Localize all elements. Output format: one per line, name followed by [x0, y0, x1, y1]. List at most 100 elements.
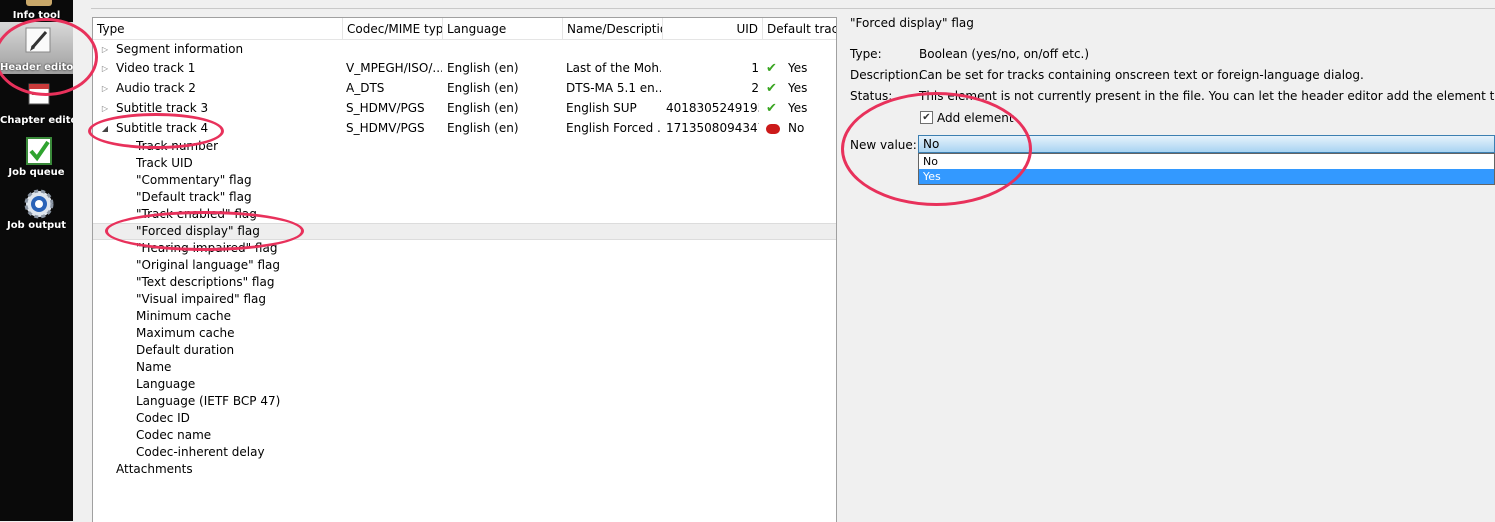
child-label: Codec ID [136, 411, 190, 425]
pencil-icon [25, 27, 51, 53]
tree-child-row[interactable]: Codec name [93, 427, 836, 444]
sidebar: Info tool Header edito Chapter edito Job… [0, 0, 73, 521]
element-tree[interactable]: Type Codec/MIME type Language Name/Descr… [92, 17, 837, 522]
tree-row-video-track-1[interactable]: ▷ Video track 1 V_MPEGH/ISO/... English … [93, 60, 836, 77]
tree-child-row[interactable]: Language (IETF BCP 47) [93, 393, 836, 410]
expand-arrow-icon[interactable]: ▷ [100, 60, 110, 77]
row-name: English SUP [566, 101, 637, 115]
tree-child-row[interactable]: "Original language" flag [93, 257, 836, 274]
row-type: Subtitle track 4 [116, 121, 209, 135]
gear-icon [24, 189, 54, 219]
option-yes[interactable]: Yes [919, 169, 1494, 184]
tree-child-row[interactable]: "Visual impaired" flag [93, 291, 836, 308]
child-label: "Text descriptions" flag [136, 275, 275, 289]
expand-arrow-icon[interactable]: ▷ [100, 80, 110, 97]
check-icon: ✔ [766, 81, 777, 96]
row-codec: A_DTS [346, 81, 385, 95]
tree-child-row-selected[interactable]: "Forced display" flag [93, 223, 836, 240]
add-element-checkbox[interactable]: ✔ [920, 111, 933, 124]
status-label: Status: [850, 89, 893, 103]
row-type: Subtitle track 3 [116, 101, 209, 115]
new-value-select[interactable]: No [918, 135, 1495, 153]
type-value: Boolean (yes/no, on/off etc.) [919, 47, 1090, 61]
collapse-arrow-icon[interactable]: ◢ [100, 120, 110, 137]
no-icon [766, 120, 780, 137]
child-label: "Original language" flag [136, 258, 281, 272]
child-label: Default duration [136, 343, 235, 357]
column-header-name[interactable]: Name/Description [563, 18, 663, 39]
tree-child-row[interactable]: "Commentary" flag [93, 172, 836, 189]
expand-arrow-icon[interactable]: ▷ [100, 41, 110, 58]
child-label: Language (IETF BCP 47) [136, 394, 281, 408]
column-header-codec[interactable]: Codec/MIME type [343, 18, 443, 39]
child-label: "Forced display" flag [136, 224, 260, 238]
column-header-language[interactable]: Language [443, 18, 563, 39]
row-default: No [788, 121, 805, 135]
sidebar-item-chapter-editor[interactable]: Chapter edito [0, 76, 73, 128]
child-label: Codec name [136, 428, 212, 442]
row-default: Yes [788, 101, 808, 115]
tree-row-audio-track-2[interactable]: ▷ Audio track 2 A_DTS English (en) DTS-M… [93, 80, 836, 97]
expand-arrow-icon[interactable]: ▷ [100, 100, 110, 117]
panel-title: "Forced display" flag [850, 16, 974, 30]
tree-child-row[interactable]: Default duration [93, 342, 836, 359]
tree-child-row[interactable]: Track number [93, 138, 836, 155]
row-name: Last of the Moh... [566, 61, 661, 75]
type-label: Type: [850, 47, 882, 61]
sidebar-item-job-queue[interactable]: Job queue [0, 134, 73, 182]
row-type: Segment information [116, 42, 244, 56]
row-uid: 2 [751, 81, 759, 95]
sidebar-item-label: Chapter edito [0, 115, 73, 126]
tree-header: Type Codec/MIME type Language Name/Descr… [93, 18, 836, 40]
tree-child-row[interactable]: Minimum cache [93, 308, 836, 325]
tree-row-segment-info[interactable]: ▷ Segment information [93, 41, 836, 58]
option-no[interactable]: No [919, 154, 1494, 169]
add-element-label[interactable]: Add element [937, 111, 1014, 125]
child-label: "Commentary" flag [136, 173, 252, 187]
new-value-dropdown-list: No Yes [918, 153, 1495, 185]
info-tool-icon [26, 0, 52, 6]
tree-child-row[interactable]: Track UID [93, 155, 836, 172]
row-default: Yes [788, 61, 808, 75]
sidebar-item-info-tool[interactable]: Info tool [0, 0, 73, 22]
tree-child-row[interactable]: Codec ID [93, 410, 836, 427]
column-header-default[interactable]: Default track [763, 18, 836, 39]
tree-child-row[interactable]: "Default track" flag [93, 189, 836, 206]
child-label: Track number [136, 139, 219, 153]
row-uid: 17135080943474... [666, 121, 759, 135]
child-label: "Default track" flag [136, 190, 252, 204]
tree-child-row[interactable]: "Text descriptions" flag [93, 274, 836, 291]
row-language: English (en) [447, 61, 519, 75]
child-label: Name [136, 360, 172, 374]
child-label: Maximum cache [136, 326, 235, 340]
checklist-icon [26, 137, 52, 165]
row-codec: S_HDMV/PGS [346, 121, 425, 135]
tree-row-attachments[interactable]: Attachments [93, 461, 836, 478]
chapter-icon [28, 83, 50, 105]
child-label: "Visual impaired" flag [136, 292, 267, 306]
sidebar-item-job-output[interactable]: Job output [0, 186, 73, 234]
tree-row-subtitle-track-3[interactable]: ▷ Subtitle track 3 S_HDMV/PGS English (e… [93, 100, 836, 117]
child-label: Language [136, 377, 196, 391]
sidebar-item-label: Job output [6, 220, 67, 231]
row-name: DTS-MA 5.1 en... [566, 81, 661, 95]
row-uid: 1 [751, 61, 759, 75]
sidebar-item-label: Info tool [12, 10, 61, 21]
row-uid: 40183052491957... [666, 101, 759, 115]
element-detail-panel: "Forced display" flag Type: Boolean (yes… [845, 0, 1495, 521]
row-language: English (en) [447, 121, 519, 135]
sidebar-item-header-editor[interactable]: Header edito [0, 22, 73, 74]
tree-child-row[interactable]: Name [93, 359, 836, 376]
column-header-type[interactable]: Type [93, 18, 343, 39]
column-header-uid[interactable]: UID [663, 18, 763, 39]
row-name: English Forced ... [566, 121, 661, 135]
tree-child-row[interactable]: Codec-inherent delay [93, 444, 836, 461]
child-label: "Hearing impaired" flag [136, 241, 278, 255]
tree-child-row[interactable]: "Hearing impaired" flag [93, 240, 836, 257]
tree-child-row[interactable]: "Track enabled" flag [93, 206, 836, 223]
tree-child-row[interactable]: Maximum cache [93, 325, 836, 342]
tree-row-subtitle-track-4[interactable]: ◢ Subtitle track 4 S_HDMV/PGS English (e… [93, 120, 836, 137]
row-type: Video track 1 [116, 61, 196, 75]
sidebar-item-label: Job queue [8, 167, 65, 178]
tree-child-row[interactable]: Language [93, 376, 836, 393]
